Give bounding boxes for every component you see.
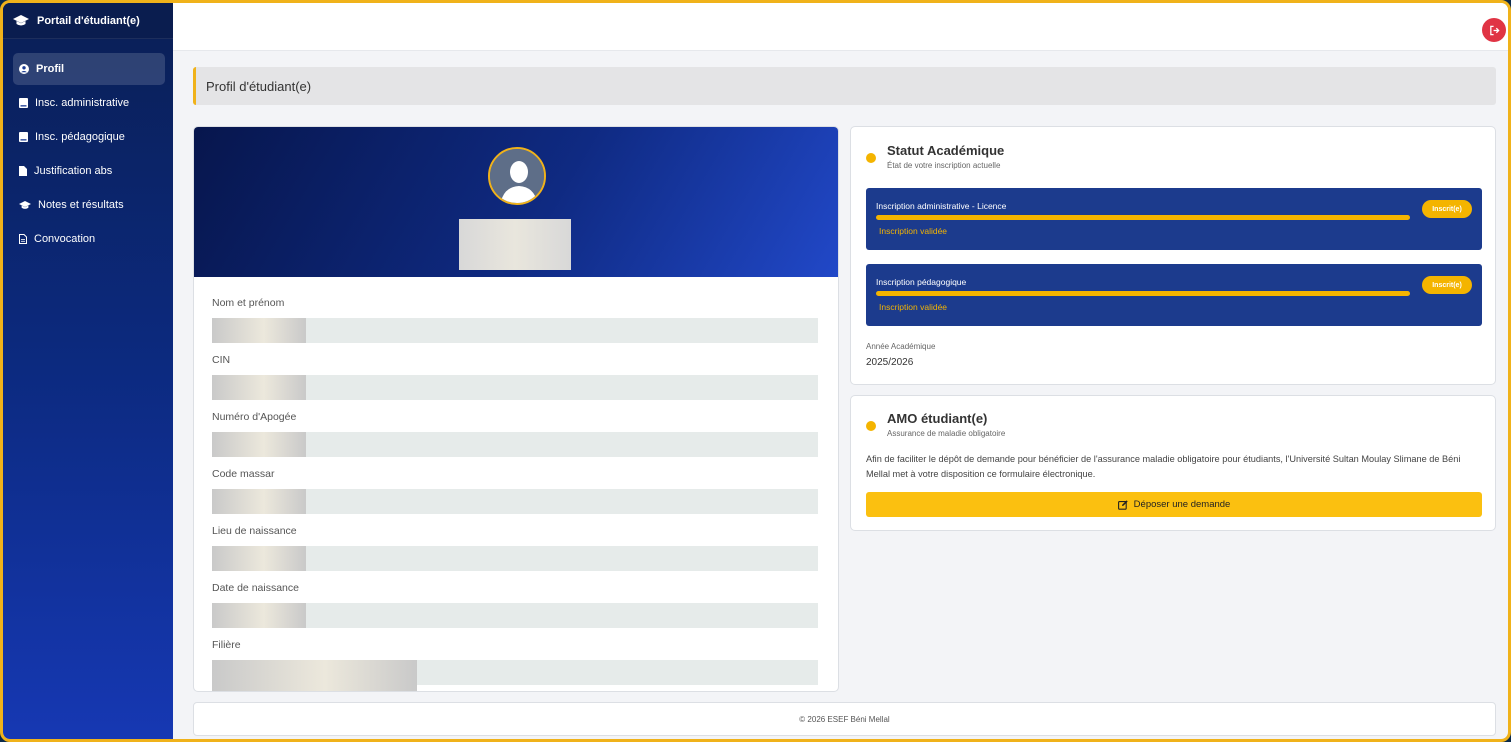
field-label: Code massar [212,468,275,480]
logout-icon [1489,25,1500,35]
field-value-redacted [212,432,818,457]
field-label: CIN [212,354,231,366]
academic-status-card: Statut Académique État de votre inscript… [850,126,1496,385]
field-value-redacted [212,489,818,514]
card-subtitle: Assurance de maladie obligatoire [887,429,1006,438]
amo-card: AMO étudiant(e) Assurance de maladie obl… [850,395,1496,531]
field-filiere: Filière [212,639,818,691]
amo-description: Afin de faciliter le dépôt de demande po… [866,454,1461,479]
status-dot-icon [866,153,876,163]
field-label: Numéro d'Apogée [212,411,297,423]
sidebar-item-insc-pedagogique[interactable]: Insc. pédagogique [13,121,165,153]
inscription-status-text: Inscription validée [879,226,948,236]
field-value-redacted [212,318,818,343]
inscription-administrative: Inscription administrative - Licence Ins… [866,188,1482,250]
field-nom-prenom: Nom et prénom [212,297,818,343]
page-title: Profil d'étudiant(e) [193,67,1496,105]
user-circle-icon [19,64,29,74]
inscription-status-text: Inscription validée [879,302,948,312]
card-header: AMO étudiant(e) Assurance de maladie obl… [851,396,1495,446]
sidebar-item-label: Convocation [34,233,96,245]
field-label: Lieu de naissance [212,525,297,537]
button-label: Déposer une demande [1133,499,1231,510]
brand-title: Portail d'étudiant(e) [37,14,140,27]
field-date-naissance: Date de naissance [212,582,818,628]
academic-year-label: Année Académique [866,342,936,351]
sidebar: Portail d'étudiant(e) Profil Insc. admin… [3,3,173,739]
card-subtitle: État de votre inscription actuelle [887,161,1001,170]
field-value-redacted [212,660,818,691]
sidebar-item-label: Notes et résultats [38,199,124,211]
field-cin: CIN [212,354,818,400]
field-value-redacted [212,375,818,400]
inscription-progress-bar [876,215,1410,220]
sidebar-item-profil[interactable]: Profil [13,53,165,85]
field-label: Nom et prénom [212,297,285,309]
inscription-progress-bar [876,291,1410,296]
sidebar-item-convocation[interactable]: Convocation [13,223,165,255]
sidebar-item-notes-resultats[interactable]: Notes et résultats [13,189,165,221]
field-label: Filière [212,639,241,651]
sidebar-item-label: Insc. pédagogique [35,131,125,143]
user-silhouette-icon [490,149,544,203]
graduation-cap-icon [19,200,31,209]
app-window: Portail d'étudiant(e) Profil Insc. admin… [0,0,1511,742]
card-title: Statut Académique [887,143,1005,158]
field-value-redacted [212,546,818,571]
sidebar-item-label: Justification abs [34,165,113,177]
brand[interactable]: Portail d'étudiant(e) [3,3,173,39]
sidebar-item-insc-administrative[interactable]: Insc. administrative [13,87,165,119]
student-name-redacted [459,219,571,270]
status-badge: Inscrit(e) [1422,276,1472,294]
logout-button[interactable] [1482,18,1506,42]
field-value-redacted [212,603,818,628]
profile-fields: Nom et prénom CIN Numéro d'Apogée Code m… [194,277,838,691]
status-dot-icon [866,421,876,431]
field-lieu-naissance: Lieu de naissance [212,525,818,571]
inscription-title: Inscription administrative - Licence [876,201,1007,211]
card-header: Statut Académique État de votre inscript… [851,127,1495,177]
book-icon [19,98,28,108]
profile-card: Nom et prénom CIN Numéro d'Apogée Code m… [193,126,839,692]
sidebar-item-justification-abs[interactable]: Justification abs [13,155,165,187]
profile-banner [194,127,838,277]
file-icon [19,166,27,176]
graduation-cap-icon [13,14,29,25]
field-label: Date de naissance [212,582,299,594]
sidebar-item-label: Profil [36,63,65,75]
book-icon [19,132,28,142]
sidebar-nav: Profil Insc. administrative Insc. pédago… [3,53,173,255]
inscription-pedagogique: Inscription pédagogique Inscription vali… [866,264,1482,326]
footer: © 2026 ESEF Béni Mellal [193,702,1496,736]
topbar [173,3,1508,51]
footer-text: © 2026 ESEF Béni Mellal [799,714,890,724]
submit-request-button[interactable]: Déposer une demande [866,492,1482,517]
edit-icon [1117,499,1128,510]
avatar [488,147,546,205]
card-title: AMO étudiant(e) [887,411,988,426]
field-code-massar: Code massar [212,468,818,514]
field-apogee: Numéro d'Apogée [212,411,818,457]
sidebar-item-label: Insc. administrative [35,97,130,109]
inscription-title: Inscription pédagogique [876,277,967,287]
academic-year-value: 2025/2026 [866,357,914,368]
status-badge: Inscrit(e) [1422,200,1472,218]
document-icon [19,234,27,244]
